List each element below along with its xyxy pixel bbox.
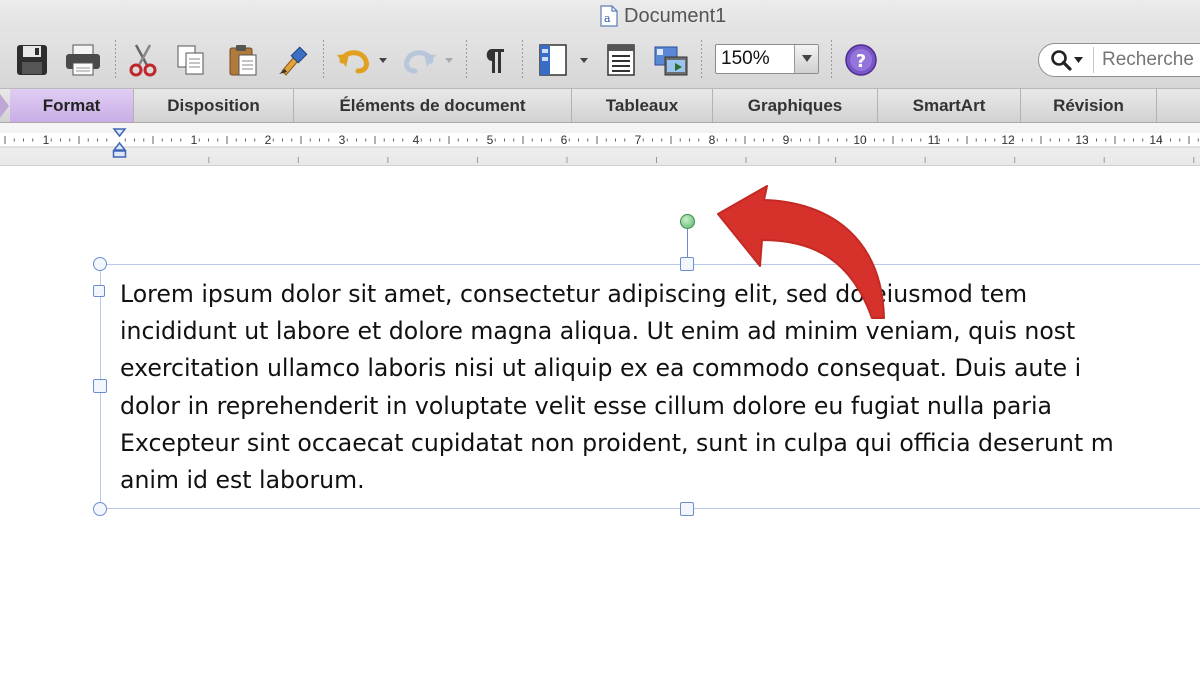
zoom-combobox[interactable]: 150% bbox=[715, 44, 819, 74]
toolbar-separator bbox=[115, 40, 116, 80]
resize-handle-left[interactable] bbox=[93, 379, 107, 393]
copy-icon bbox=[177, 45, 204, 75]
toolbar-separator bbox=[466, 40, 467, 80]
print-button[interactable] bbox=[62, 42, 104, 78]
show-formatting-button[interactable] bbox=[478, 42, 510, 78]
chevron-down-icon bbox=[1073, 56, 1083, 63]
search-input[interactable] bbox=[1093, 47, 1200, 73]
ruler-label: 4 bbox=[413, 133, 420, 147]
tab-document-elements[interactable]: Éléments de document bbox=[294, 89, 572, 122]
undo-dropdown-caret[interactable] bbox=[379, 58, 387, 63]
standard-toolbar: 150% ? bbox=[0, 32, 1200, 88]
ruler-label: 10 bbox=[853, 133, 867, 147]
text-line: anim id est laborum. bbox=[120, 466, 365, 495]
document-grid-icon bbox=[607, 44, 635, 76]
window-title: a Document1 bbox=[600, 4, 726, 28]
text-line: Excepteur sint occaecat cupidatat non pr… bbox=[120, 428, 1114, 457]
ruler-label: 14 bbox=[1149, 133, 1163, 147]
help-icon: ? bbox=[845, 44, 877, 76]
toolbar-separator bbox=[323, 40, 324, 80]
cut-button[interactable] bbox=[124, 42, 162, 78]
toolbar-separator bbox=[701, 40, 702, 80]
clipboard-icon bbox=[229, 45, 257, 76]
sidebar-icon bbox=[539, 44, 567, 76]
ruler-label: 5 bbox=[487, 133, 494, 147]
save-button[interactable] bbox=[12, 42, 52, 78]
media-browser-button[interactable] bbox=[651, 42, 691, 78]
rotation-handle-stem bbox=[687, 228, 688, 258]
resize-handle-top[interactable] bbox=[680, 257, 694, 271]
horizontal-ruler[interactable]: 1 1 2 3 4 5 6 7 8 9 10 11 12 13 14 bbox=[0, 123, 1200, 166]
zoom-dropdown-button[interactable] bbox=[794, 45, 818, 73]
redo-dropdown-caret[interactable] bbox=[445, 58, 453, 63]
tab-charts[interactable]: Graphiques bbox=[713, 89, 878, 122]
zoom-value[interactable]: 150% bbox=[716, 48, 796, 70]
ruler-label: 6 bbox=[561, 133, 568, 147]
search-options-button[interactable] bbox=[1039, 44, 1093, 76]
text-line: incididunt ut labore et dolore magna ali… bbox=[120, 317, 1076, 346]
ruler-label: 1 bbox=[191, 133, 198, 147]
toolbar-separator bbox=[522, 40, 523, 80]
title-bar: a Document1 bbox=[0, 0, 1200, 32]
redo-button[interactable] bbox=[398, 42, 440, 78]
text-line: exercitation ullamco laboris nisi ut ali… bbox=[120, 354, 1082, 383]
ruler-label: 8 bbox=[709, 133, 716, 147]
paintbrush-icon bbox=[279, 46, 308, 76]
toolbox-button[interactable] bbox=[601, 42, 641, 78]
undo-button[interactable] bbox=[334, 42, 374, 78]
svg-text:?: ? bbox=[856, 51, 866, 72]
ruler-label: 13 bbox=[1075, 133, 1089, 147]
rotation-handle[interactable] bbox=[680, 214, 695, 229]
format-painter-button[interactable] bbox=[274, 42, 312, 78]
ruler-label: 1 bbox=[43, 133, 50, 147]
scissors-icon bbox=[129, 44, 157, 77]
tab-disposition[interactable]: Disposition bbox=[134, 89, 294, 122]
view-dropdown-caret[interactable] bbox=[580, 58, 588, 63]
ribbon-left-arrow-icon bbox=[0, 94, 9, 118]
tab-format[interactable]: Format bbox=[10, 89, 134, 122]
word-document-icon: a bbox=[600, 5, 618, 27]
save-icon bbox=[17, 45, 47, 75]
resize-handle-bottom-left[interactable] bbox=[93, 502, 107, 516]
view-sidebar-button[interactable] bbox=[533, 42, 573, 78]
resize-handle-top-left[interactable] bbox=[93, 257, 107, 271]
tab-review[interactable]: Révision bbox=[1021, 89, 1157, 122]
ruler-label: 7 bbox=[635, 133, 642, 147]
ruler-label: 2 bbox=[265, 133, 272, 147]
ruler-scale: 1 1 2 3 4 5 6 7 8 9 10 11 12 13 14 bbox=[0, 128, 1200, 163]
svg-text:a: a bbox=[604, 12, 611, 25]
text-anchor-handle[interactable] bbox=[93, 285, 105, 297]
ribbon-tab-bar: Format Disposition Éléments de document … bbox=[0, 88, 1200, 123]
toolbar-separator bbox=[831, 40, 832, 80]
printer-icon bbox=[66, 44, 100, 76]
media-icon bbox=[654, 46, 688, 76]
search-box[interactable] bbox=[1038, 43, 1200, 77]
ruler-label: 11 bbox=[928, 133, 941, 147]
pilcrow-icon bbox=[486, 49, 504, 73]
tab-smartart[interactable]: SmartArt bbox=[878, 89, 1021, 122]
search-icon bbox=[1050, 50, 1072, 71]
window-title-text: Document1 bbox=[624, 4, 727, 27]
text-box-content[interactable]: Lorem ipsum dolor sit amet, consectetur … bbox=[120, 276, 1200, 499]
paste-button[interactable] bbox=[224, 42, 262, 78]
help-button[interactable]: ? bbox=[842, 42, 880, 78]
tab-tables[interactable]: Tableaux bbox=[572, 89, 713, 122]
text-line: Lorem ipsum dolor sit amet, consectetur … bbox=[120, 280, 1028, 308]
chevron-down-icon bbox=[801, 55, 812, 62]
redo-icon bbox=[404, 50, 436, 74]
ruler-label: 9 bbox=[783, 133, 790, 147]
ruler-label: 12 bbox=[1001, 133, 1015, 147]
resize-handle-bottom[interactable] bbox=[680, 502, 694, 516]
text-line: dolor in reprehenderit in voluptate veli… bbox=[120, 391, 1052, 420]
undo-icon bbox=[337, 50, 369, 74]
ruler-label: 3 bbox=[339, 133, 346, 147]
copy-button[interactable] bbox=[172, 42, 210, 78]
